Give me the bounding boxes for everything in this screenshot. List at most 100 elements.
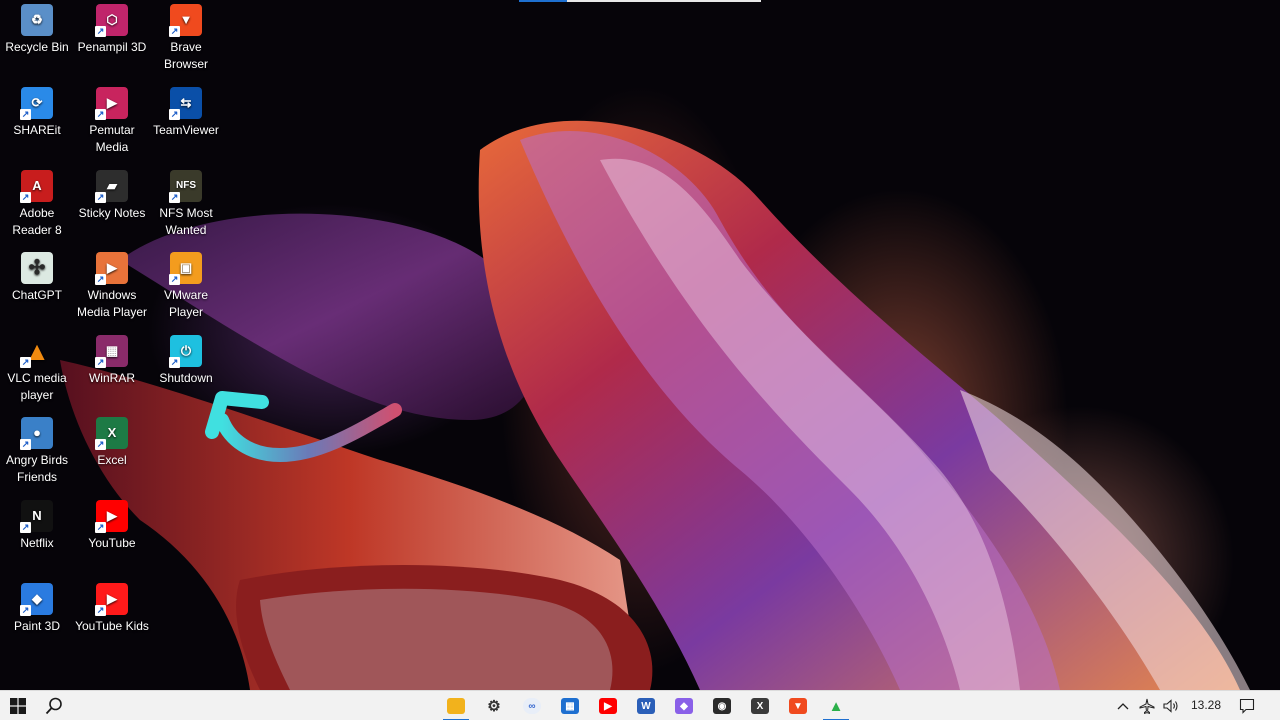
- recycle-bin-icon-glyph: ♻: [31, 11, 43, 27]
- winrar-icon-glyph: ▦: [105, 342, 119, 358]
- desktop-icon-nfs[interactable]: NFS ↗ NFS Most Wanted: [149, 166, 223, 238]
- shortcut-arrow-icon: ↗: [95, 192, 106, 203]
- angry-birds-icon: ● ↗: [20, 417, 53, 450]
- shortcut-arrow-icon: ↗: [20, 192, 31, 203]
- shortcut-arrow-icon: ↗: [95, 522, 106, 533]
- desktop-icon-3d-viewer[interactable]: ⬡ ↗ Penampil 3D: [75, 0, 149, 56]
- clock[interactable]: 13.28: [1191, 698, 1221, 712]
- desktop-icon-label: WinRAR: [88, 371, 135, 385]
- settings-icon: ⚙: [487, 698, 501, 715]
- desktop-icon-brave[interactable]: ▼ ↗ Brave Browser: [149, 0, 223, 72]
- taskbar-brave-button[interactable]: ▼: [780, 691, 816, 720]
- desktop-icon-adobe-reader[interactable]: A ↗ Adobe Reader 8: [0, 166, 74, 238]
- taskbar-youtube-button[interactable]: ▶: [590, 691, 626, 720]
- airplane-mode-icon: [1139, 698, 1155, 714]
- desktop-icon-vmware[interactable]: ▣ ↗ VMware Player: [149, 248, 223, 320]
- shortcut-arrow-icon: ↗: [20, 605, 31, 616]
- google-drive-icon: ▲: [828, 697, 844, 715]
- desktop-icon-recycle-bin[interactable]: ♻ Recycle Bin: [0, 0, 74, 56]
- vmware-icon: ▣ ↗: [169, 252, 202, 285]
- desktop-icon-label: Recycle Bin: [5, 40, 69, 54]
- desktop-icon-label: VMware Player: [163, 288, 208, 319]
- desktop-icon-youtube[interactable]: ▶ ↗ YouTube: [75, 496, 149, 552]
- desktop-icon-label: YouTube Kids: [75, 619, 149, 633]
- word-icon: W: [637, 698, 655, 714]
- youtube-kids-icon: ▶ ↗: [95, 583, 128, 616]
- desktop-icon-sticky-notes[interactable]: ▰ ↗ Sticky Notes: [75, 166, 149, 222]
- desktop-icon-teamviewer[interactable]: ⇆ ↗ TeamViewer: [149, 83, 223, 139]
- desktop-icon-winrar[interactable]: ▦ ↗ WinRAR: [75, 331, 149, 387]
- paint-3d-icon-glyph: ◆: [32, 590, 42, 606]
- obs-icon: ◉: [713, 698, 731, 714]
- nfs-icon: NFS ↗: [169, 170, 202, 203]
- desktop-icon-vlc[interactable]: ▲ ↗ VLC media player: [0, 331, 74, 403]
- taskbar-messenger-button[interactable]: ∞: [514, 691, 550, 720]
- taskbar-google-drive-button[interactable]: ▲: [818, 691, 854, 720]
- shortcut-arrow-icon: ↗: [169, 26, 180, 37]
- shortcut-arrow-icon: ↗: [95, 605, 106, 616]
- excel-icon: X ↗: [95, 417, 128, 450]
- windows-media-player-icon-glyph: ▶: [107, 259, 117, 275]
- taskbar-paint-3d-button[interactable]: ◆: [666, 691, 702, 720]
- desktop-icon-paint-3d[interactable]: ◆ ↗ Paint 3D: [0, 579, 74, 635]
- search-icon: [45, 697, 62, 715]
- winrar-icon: ▦ ↗: [95, 335, 128, 368]
- taskbar-terminal-button[interactable]: X: [742, 691, 778, 720]
- taskbar-file-explorer-button[interactable]: ▬: [438, 691, 474, 720]
- windows-start-icon: [10, 698, 26, 714]
- windows-media-player-icon: ▶ ↗: [95, 252, 128, 285]
- teamviewer-icon: ⇆ ↗: [169, 87, 202, 120]
- desktop-icon-label: TeamViewer: [153, 123, 219, 137]
- shortcut-arrow-icon: ↗: [169, 192, 180, 203]
- shortcut-arrow-icon: ↗: [95, 109, 106, 120]
- taskbar-word-button[interactable]: W: [628, 691, 664, 720]
- adobe-reader-icon: A ↗: [20, 170, 53, 203]
- notification-center-button[interactable]: [1230, 691, 1264, 720]
- messenger-icon: ∞: [523, 698, 541, 714]
- show-hidden-icons-button[interactable]: [1111, 691, 1135, 720]
- desktop-icon-label: VLC media player: [7, 371, 67, 402]
- desktop-icon-shareit[interactable]: ⟳ ↗ SHAREit: [0, 83, 74, 139]
- shortcut-arrow-icon: ↗: [169, 357, 180, 368]
- vmware-icon-glyph: ▣: [179, 259, 193, 275]
- search-button[interactable]: [36, 691, 72, 720]
- notification-icon: [1239, 698, 1255, 714]
- desktop-icon-chatgpt[interactable]: ✣ ChatGPT: [0, 248, 74, 304]
- desktop-icon-netflix[interactable]: N ↗ Netflix: [0, 496, 74, 552]
- desktop-icon-label: Adobe Reader 8: [12, 206, 62, 237]
- desktop-icon-label: YouTube: [88, 536, 136, 550]
- microsoft-store-icon: ▦: [561, 698, 579, 714]
- desktop-icon-angry-birds[interactable]: ● ↗ Angry Birds Friends: [0, 413, 74, 485]
- paint-3d-icon: ◆ ↗: [20, 583, 53, 616]
- excel-icon-glyph: X: [107, 424, 117, 440]
- desktop-icon-label: Paint 3D: [13, 619, 61, 633]
- youtube-kids-icon-glyph: ▶: [107, 590, 117, 606]
- media-player-icon-glyph: ▶: [107, 94, 117, 110]
- desktop-icon-excel[interactable]: X ↗ Excel: [75, 413, 149, 469]
- shortcut-arrow-icon: ↗: [95, 26, 106, 37]
- taskbar-microsoft-store-button[interactable]: ▦: [552, 691, 588, 720]
- 3d-viewer-icon-glyph: ⬡: [106, 11, 118, 27]
- desktop-icon-media-player[interactable]: ▶ ↗ Pemutar Media: [75, 83, 149, 155]
- desktop-icon-youtube-kids[interactable]: ▶ ↗ YouTube Kids: [75, 579, 149, 635]
- desktop-icon-label: ChatGPT: [11, 288, 62, 302]
- desktop-icon-label: Excel: [97, 453, 127, 467]
- youtube-icon-glyph: ▶: [107, 507, 117, 523]
- terminal-icon: X: [751, 698, 769, 714]
- youtube-icon: ▶: [599, 698, 617, 714]
- desktop-icon-label: Netflix: [20, 536, 54, 550]
- media-player-icon: ▶ ↗: [95, 87, 128, 120]
- start-button[interactable]: [0, 691, 36, 720]
- shortcut-arrow-icon: ↗: [20, 109, 31, 120]
- taskbar-obs-button[interactable]: ◉: [704, 691, 740, 720]
- chevron-up-icon: [1117, 703, 1129, 710]
- desktop-icon-label: NFS Most Wanted: [159, 206, 213, 237]
- desktop-icon-power[interactable]: ⏻ ↗ Shutdown: [149, 331, 223, 387]
- vlc-icon: ▲ ↗: [20, 335, 53, 368]
- chatgpt-icon-glyph: ✣: [28, 256, 46, 279]
- volume-button[interactable]: [1159, 691, 1183, 720]
- desktop-icon-windows-media-player[interactable]: ▶ ↗ Windows Media Player: [75, 248, 149, 320]
- network-button[interactable]: [1135, 691, 1159, 720]
- shareit-icon-glyph: ⟳: [31, 94, 43, 110]
- taskbar-settings-button[interactable]: ⚙: [476, 691, 512, 720]
